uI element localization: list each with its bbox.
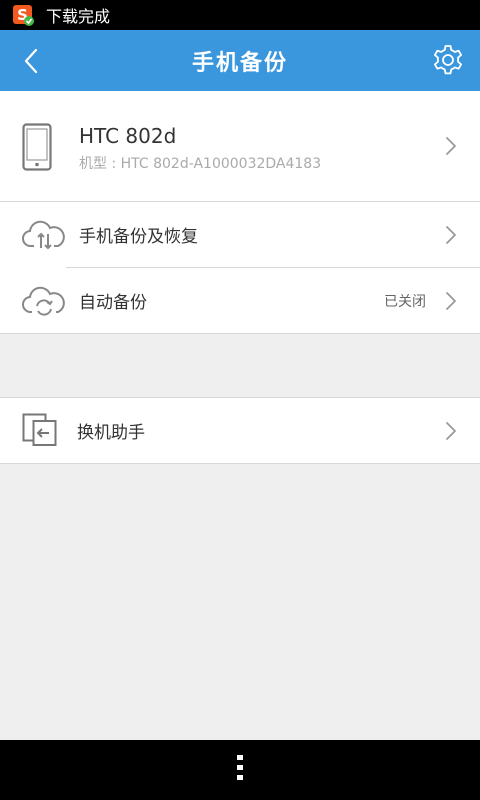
chevron-right-icon xyxy=(446,291,456,310)
auto-backup-status: 已关闭 xyxy=(384,293,426,310)
backup-restore-row[interactable]: 手机备份及恢复 xyxy=(0,202,480,267)
switch-section: 换机助手 xyxy=(0,397,480,464)
device-name: HTC 802d xyxy=(79,124,177,148)
chevron-left-icon xyxy=(24,48,38,74)
settings-button[interactable] xyxy=(430,42,466,78)
title-bar: 手机备份 xyxy=(0,30,480,91)
divider xyxy=(0,333,480,334)
cloud-refresh-icon xyxy=(22,285,66,321)
device-section: HTC 802d 机型 : HTC 802d-A1000032DA4183 手机… xyxy=(0,91,480,334)
switch-assistant-label: 换机助手 xyxy=(77,423,145,443)
divider xyxy=(0,463,480,464)
backup-restore-label: 手机备份及恢复 xyxy=(79,227,198,247)
notification-text: 下载完成 xyxy=(46,7,111,26)
system-nav-bar xyxy=(0,740,480,800)
page-title: 手机备份 xyxy=(191,50,288,76)
auto-backup-label: 自动备份 xyxy=(79,293,147,313)
gear-icon xyxy=(434,45,462,75)
phone-icon xyxy=(22,123,52,175)
sougou-s-icon: S xyxy=(12,4,34,26)
back-button[interactable] xyxy=(14,45,48,77)
chevron-right-icon xyxy=(446,225,456,244)
chevron-right-icon xyxy=(446,421,456,440)
device-row[interactable]: HTC 802d 机型 : HTC 802d-A1000032DA4183 xyxy=(0,91,480,201)
phone-transfer-icon xyxy=(22,413,58,451)
status-bar: S 下载完成 xyxy=(0,0,480,30)
more-vert-icon[interactable] xyxy=(235,754,245,786)
auto-backup-row[interactable]: 自动备份 已关闭 xyxy=(0,268,480,333)
switch-assistant-row[interactable]: 换机助手 xyxy=(0,398,480,463)
cloud-sync-icon xyxy=(22,220,66,254)
chevron-right-icon xyxy=(446,137,456,155)
device-model: 机型 : HTC 802d-A1000032DA4183 xyxy=(79,156,322,172)
